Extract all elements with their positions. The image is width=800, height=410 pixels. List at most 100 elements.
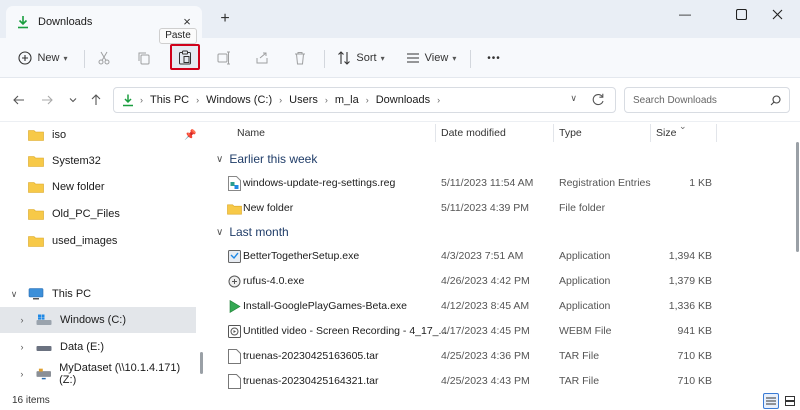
new-button[interactable]: New ▾ — [14, 46, 72, 70]
close-window-button[interactable] — [754, 0, 800, 28]
minimize-button[interactable]: — — [662, 0, 708, 28]
rename-icon — [217, 51, 230, 65]
file-row[interactable]: truenas-20230425164321.tar 4/25/2023 4:4… — [206, 369, 800, 392]
file-row[interactable]: Install-GooglePlayGames-Beta.exe 4/12/20… — [206, 294, 800, 319]
sort-label: Sort — [356, 52, 377, 64]
column-divider[interactable] — [553, 124, 554, 142]
up-button[interactable] — [87, 91, 105, 109]
address-row: › This PC › Windows (C:) › Users › m_la … — [0, 78, 800, 122]
refresh-icon[interactable] — [590, 92, 606, 108]
nav-item-iso[interactable]: iso 📌 — [0, 122, 196, 148]
column-header-date[interactable]: Date modified — [441, 127, 506, 139]
copy-button[interactable] — [132, 46, 156, 70]
chevron-right-icon: › — [279, 95, 283, 105]
file-row[interactable]: truenas-20230425163605.tar 4/25/2023 4:3… — [206, 344, 800, 369]
pin-icon: 📌 — [184, 129, 197, 141]
file-size: 710 KB — [677, 350, 712, 362]
nav-item-label: Windows (C:) — [60, 314, 127, 326]
view-button[interactable]: View ▾ — [402, 46, 460, 70]
download-icon — [18, 16, 28, 29]
close-tab-icon[interactable]: × — [180, 15, 194, 29]
address-bar[interactable]: › This PC › Windows (C:) › Users › m_la … — [113, 87, 616, 113]
chevron-right-icon: › — [140, 95, 143, 105]
chevron-right-icon: › — [437, 95, 441, 105]
file-row[interactable]: Untitled video - Screen Recording - 4_17… — [206, 319, 800, 344]
column-header-name[interactable]: Name — [237, 127, 265, 139]
group-header-last-month[interactable]: ∨ Last month — [206, 221, 289, 243]
address-history-chevron-icon[interactable]: ∨ — [570, 93, 577, 104]
file-size: 1,394 KB — [668, 250, 712, 262]
reg-file-icon — [228, 176, 241, 191]
chevron-down-icon[interactable]: ∨ — [8, 289, 20, 300]
chevron-down-icon: ▾ — [380, 53, 385, 63]
exe-file-icon — [228, 250, 241, 263]
scrollbar[interactable] — [796, 142, 799, 252]
add-icon — [18, 51, 33, 65]
file-icon — [228, 374, 241, 389]
delete-button[interactable] — [288, 46, 312, 70]
folder-icon — [28, 209, 44, 220]
forward-button[interactable] — [38, 91, 56, 109]
column-header-size[interactable]: Size — [656, 127, 676, 139]
nav-item-label: New folder — [52, 181, 105, 193]
paste-button[interactable] — [170, 44, 200, 70]
divider — [84, 50, 85, 68]
file-row[interactable]: New folder 5/11/2023 4:39 PM File folder — [206, 196, 800, 221]
group-header-earlier-this-week[interactable]: ∨ Earlier this week — [206, 148, 317, 170]
column-divider[interactable] — [435, 124, 436, 142]
file-type: File folder — [559, 202, 606, 214]
search-input[interactable] — [633, 94, 770, 106]
file-type: TAR File — [559, 350, 600, 362]
file-size: 941 KB — [677, 325, 712, 337]
file-row[interactable]: BetterTogetherSetup.exe 4/3/2023 7:51 AM… — [206, 244, 800, 269]
paste-tooltip: Paste — [159, 28, 197, 44]
details-view-button[interactable] — [763, 393, 779, 409]
nav-item-system32[interactable]: System32 — [0, 148, 196, 174]
file-date: 4/25/2023 4:36 PM — [441, 350, 530, 362]
chevron-right-icon: › — [196, 95, 200, 105]
cut-button[interactable] — [92, 46, 116, 70]
nav-item-old-pc-files[interactable]: Old_PC_Files — [0, 201, 196, 227]
video-file-icon — [228, 325, 241, 338]
back-button[interactable] — [10, 91, 28, 109]
breadcrumb-user[interactable]: m_la — [335, 94, 359, 106]
nav-item-new-folder[interactable]: New folder — [0, 174, 196, 200]
more-options-button[interactable]: ••• — [480, 46, 508, 70]
recent-locations-button[interactable] — [64, 91, 82, 109]
scrollbar[interactable] — [200, 352, 203, 374]
divider — [324, 50, 325, 68]
file-name: Install-GooglePlayGames-Beta.exe — [243, 300, 407, 312]
file-row[interactable]: rufus-4.0.exe 4/26/2023 4:42 PM Applicat… — [206, 269, 800, 294]
nav-item-this-pc[interactable]: ∨ This PC — [0, 281, 196, 307]
breadcrumb-users[interactable]: Users — [289, 94, 318, 106]
chevron-right-icon[interactable]: › — [16, 342, 28, 352]
file-name: rufus-4.0.exe — [243, 275, 305, 287]
maximize-icon — [735, 8, 747, 20]
column-header-row: Name Date modified Type Size ⌄ — [206, 122, 800, 144]
nav-item-label: iso — [52, 129, 67, 141]
column-divider[interactable] — [716, 124, 717, 142]
search-icon — [770, 94, 781, 105]
chevron-right-icon[interactable]: › — [16, 315, 28, 325]
rename-button[interactable] — [212, 46, 236, 70]
nav-item-data-e[interactable]: › Data (E:) — [0, 334, 196, 360]
sort-button[interactable]: Sort ▾ — [334, 46, 388, 70]
file-size: 710 KB — [677, 375, 712, 387]
new-tab-button[interactable]: + — [216, 10, 234, 28]
nav-item-windows-c[interactable]: › Windows (C:) — [0, 307, 196, 333]
nav-item-used-images[interactable]: used_images — [0, 228, 196, 254]
nav-item-mydataset-z[interactable]: › MyDataset (\\10.1.4.171) (Z:) — [0, 361, 196, 387]
search-box[interactable] — [624, 87, 790, 113]
share-button[interactable] — [250, 46, 274, 70]
column-divider[interactable] — [650, 124, 651, 142]
chevron-right-icon[interactable]: › — [16, 369, 28, 379]
breadcrumb-downloads[interactable]: Downloads — [376, 94, 430, 106]
file-row[interactable]: windows-update-reg-settings.reg 5/11/202… — [206, 171, 800, 196]
tiles-view-button[interactable] — [782, 393, 798, 409]
nav-item-label: used_images — [52, 235, 118, 247]
breadcrumb-this-pc[interactable]: This PC — [150, 94, 189, 106]
breadcrumb-windows-c[interactable]: Windows (C:) — [206, 94, 272, 106]
divider — [470, 50, 471, 68]
column-header-type[interactable]: Type — [559, 127, 582, 139]
nav-item-label: System32 — [52, 155, 101, 167]
